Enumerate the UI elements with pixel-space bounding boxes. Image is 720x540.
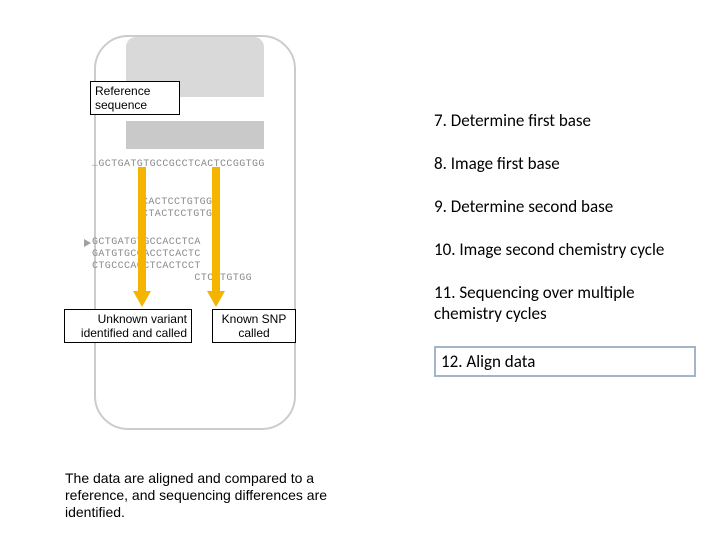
step-11: 11. Sequencing over multiple chemistry c…	[434, 282, 696, 324]
diagram-caption: The data are aligned and compared to a r…	[65, 470, 365, 521]
step-12-highlighted: 12. Align data	[434, 346, 696, 377]
step-10: 10. Image second chemistry cycle	[434, 239, 696, 260]
arrow-shaft	[212, 167, 220, 293]
step-7: 7. Determine first base	[434, 110, 696, 131]
arrow-shaft	[138, 167, 146, 293]
variant-arrow-left	[136, 167, 148, 307]
arrow-down-icon	[207, 291, 225, 307]
read-arrow-icon	[84, 239, 91, 247]
steps-list: 7. Determine first base 8. Image first b…	[434, 110, 696, 399]
grey-band	[126, 121, 264, 149]
reference-sequence-text: …GCTGATGTGCCGCCTCACTCCGGTGG	[92, 159, 265, 170]
arrow-down-icon	[133, 291, 151, 307]
reference-sequence-label: Reference sequence	[90, 81, 180, 115]
known-snp-label: Known SNP called	[212, 309, 296, 343]
step-8: 8. Image first base	[434, 153, 696, 174]
variant-arrow-right	[210, 167, 222, 307]
diagram-panel: Reference sequence …GCTGATGTGCCGCCTCACTC…	[70, 35, 320, 430]
step-9: 9. Determine second base	[434, 196, 696, 217]
read-stack-2: GCTGATGTGCCACCTCA GATGTGCCACCTCACTC CTGC…	[92, 237, 252, 285]
unknown-variant-label: Unknown variant identified and called	[64, 309, 192, 343]
read-stack-1: CACTCCTGTGG CTACTCCTGTGG	[142, 197, 219, 221]
